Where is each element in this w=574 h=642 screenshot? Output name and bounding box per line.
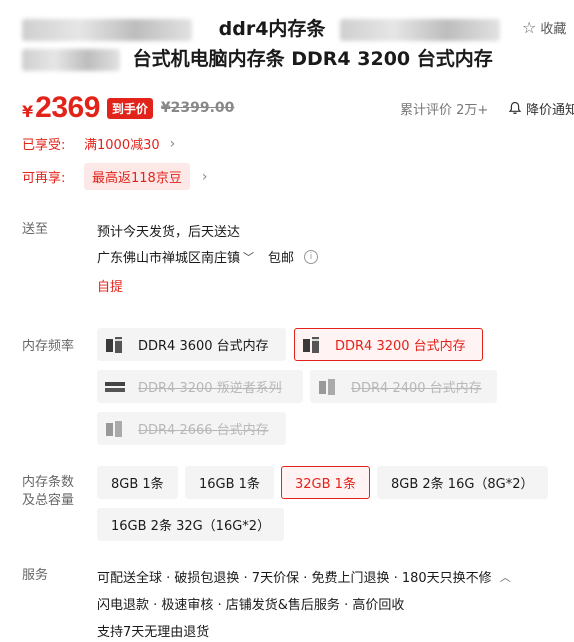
blurred-text	[340, 18, 501, 41]
frequency-label: 内存频率	[22, 339, 75, 354]
capacity-label-line1: 内存条数	[22, 475, 75, 490]
services-line1-row: 可配送全球 · 破损包退换 · 7天价保 · 免费上门退换 · 180天只换不修…	[97, 567, 511, 587]
delivery-address-row: 广东佛山市禅城区南庄镇 ﹀ 包邮 i	[97, 247, 319, 267]
current-price: 2369	[35, 91, 100, 124]
services-line2: 闪电退款 · 极速审核 · 店铺发货&售后服务 · 高价回收	[97, 598, 405, 613]
original-price: ¥2399.00	[160, 100, 235, 116]
services-label: 服务	[22, 568, 49, 583]
blurred-brand	[22, 18, 192, 41]
frequency-option-label: DDR4 3200 台式内存	[335, 339, 466, 354]
frequency-option-label: DDR4 2400 台式内存	[351, 381, 482, 396]
services-line1: 可配送全球 · 破损包退换 · 7天价保 · 免费上门退换 · 180天只换不修	[97, 571, 492, 586]
frequency-option-label: DDR4 3200 叛逆者系列	[138, 381, 282, 396]
delivery-address: 广东佛山市禅城区南庄镇	[97, 251, 241, 266]
pickup-option[interactable]: 自提	[97, 276, 123, 295]
price-row: ¥ 2369 到手价 ¥2399.00 累计评价 2万+ 降价通知	[22, 91, 574, 124]
product-title: ddr4内存条 台式机电脑内存条 DDR4 3200 台式内存	[22, 14, 522, 74]
promo-enjoyed-label: 已享受:	[22, 138, 66, 153]
promo-more-label: 可再享:	[22, 171, 66, 186]
ram-stick-icon	[106, 420, 122, 437]
star-icon: ☆	[522, 18, 537, 37]
frequency-option-label: DDR4 2666 台式内存	[138, 423, 269, 438]
free-shipping: 包邮	[268, 251, 295, 266]
final-price-tag: 到手价	[106, 97, 153, 119]
capacity-label-line2: 及总容量	[22, 493, 75, 508]
capacity-option[interactable]: 16GB 2条 32G（16G*2）	[97, 508, 285, 541]
ram-stick-icon	[319, 378, 335, 395]
frequency-option-label: DDR4 3600 台式内存	[138, 339, 269, 354]
blurred-text	[22, 48, 120, 71]
promo-enjoyed-text: 满1000减30	[84, 138, 160, 153]
capacity-option[interactable]: 16GB 1条	[185, 466, 274, 499]
promo-more-text: 最高返118京豆	[84, 163, 190, 190]
bell-icon	[508, 101, 522, 115]
frequency-option[interactable]: DDR4 3600 台式内存	[97, 328, 286, 361]
ram-stick-icon	[106, 336, 122, 353]
frequency-option[interactable]: DDR4 3200 台式内存	[294, 328, 483, 361]
title-line1: ddr4内存条	[218, 18, 326, 40]
services-line3: 支持7天无理由退货	[97, 625, 210, 640]
favorite-label: 收藏	[540, 22, 567, 37]
info-icon[interactable]: i	[304, 249, 319, 264]
address-selector[interactable]: 广东佛山市禅城区南庄镇 ﹀	[97, 247, 255, 267]
price-alert-button[interactable]: 降价通知	[508, 99, 574, 118]
frequency-option[interactable]: DDR4 3200 叛逆者系列	[97, 370, 303, 403]
promo-enjoyed[interactable]: 已享受: 满1000减30 ›	[22, 134, 176, 154]
chevron-up-icon[interactable]: ︿	[500, 569, 511, 585]
delivery-label: 送至	[22, 222, 49, 237]
capacity-option[interactable]: 8GB 2条 16G（8G*2）	[377, 466, 548, 499]
capacity-option[interactable]: 8GB 1条	[97, 466, 178, 499]
favorite-button[interactable]: ☆ 收藏	[522, 18, 574, 37]
frequency-option[interactable]: DDR4 2666 台式内存	[97, 412, 286, 445]
delivery-eta: 预计今天发货，后天送达	[97, 225, 241, 240]
price-alert-label: 降价通知	[526, 102, 574, 118]
frequency-option[interactable]: DDR4 2400 台式内存	[310, 370, 497, 403]
chevron-right-icon: ›	[201, 168, 208, 185]
capacity-option[interactable]: 32GB 1条	[281, 466, 370, 499]
title-line2: 台式机电脑内存条 DDR4 3200 台式内存	[132, 48, 493, 70]
currency-symbol: ¥	[22, 101, 34, 121]
review-count[interactable]: 累计评价 2万+	[400, 99, 488, 118]
ram-kit-icon	[105, 381, 125, 392]
ram-stick-icon	[303, 336, 319, 353]
chevron-down-icon: ﹀	[243, 250, 255, 264]
capacity-label: 内存条数 及总容量	[22, 474, 74, 510]
promo-more[interactable]: 可再享: 最高返118京豆 ›	[22, 163, 207, 190]
chevron-right-icon: ›	[169, 135, 176, 152]
